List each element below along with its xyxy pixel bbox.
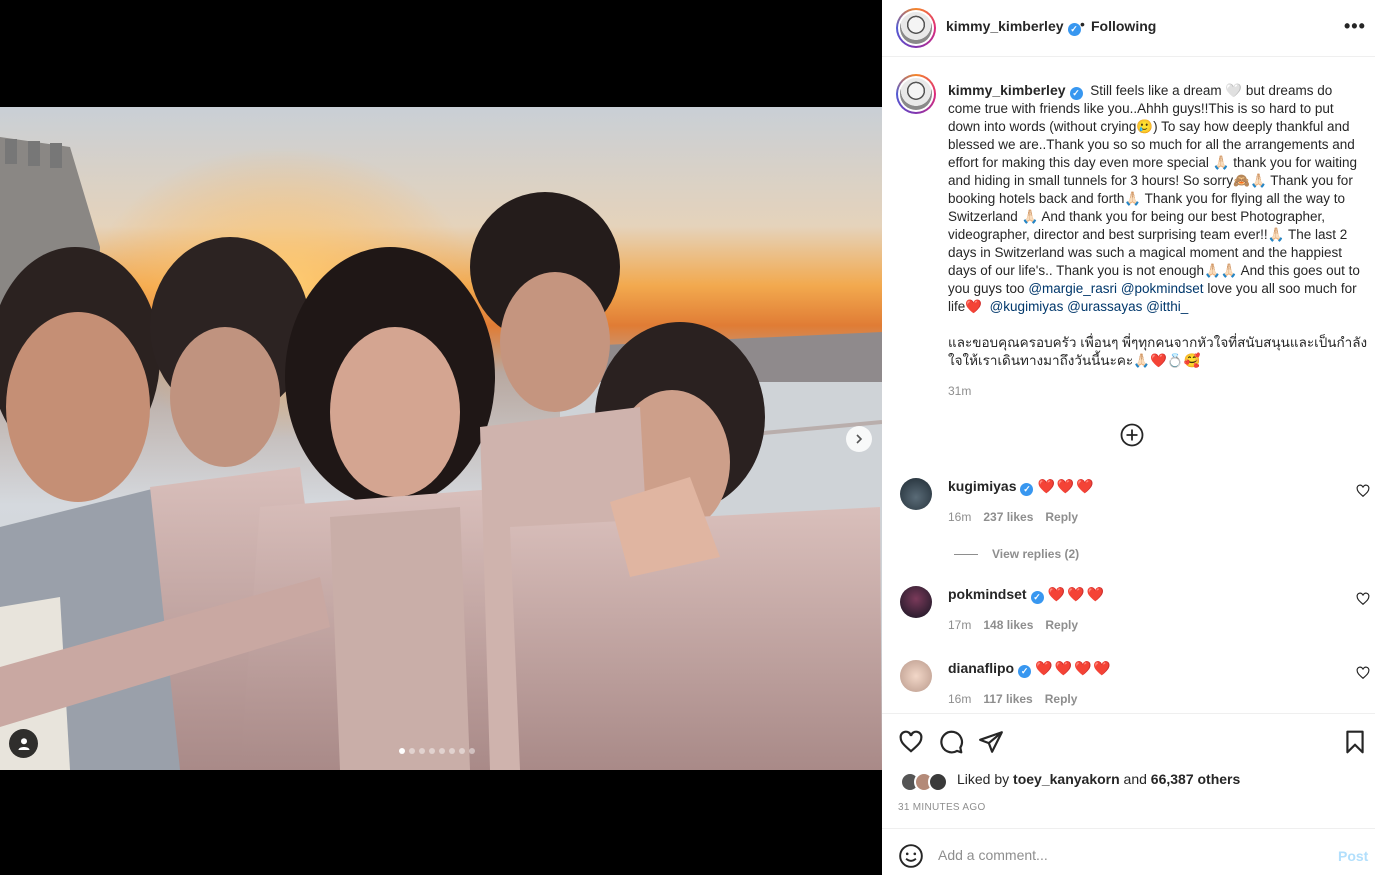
- post-side-panel: kimmy_kimberley ✓ • Following ••• kimmy_k…: [882, 0, 1375, 875]
- verified-badge-icon: ✓: [1067, 23, 1081, 36]
- chevron-right-icon: [856, 434, 863, 444]
- commenter-avatar[interactable]: [900, 660, 932, 692]
- verified-badge-icon: ✓: [1018, 665, 1032, 678]
- commenter-avatar[interactable]: [900, 586, 932, 618]
- carousel-dot: [409, 748, 415, 754]
- commenter-username[interactable]: dianaflipo ✓: [948, 660, 1032, 678]
- like-comment-heart-icon[interactable]: [1356, 592, 1370, 606]
- save-bookmark-icon[interactable]: [1342, 729, 1368, 755]
- next-slide-button[interactable]: [846, 426, 872, 452]
- comment-item: pokmindset ✓ ❤️❤️❤️ 17m 148 likes Reply: [900, 586, 1370, 632]
- carousel-dot: [449, 748, 455, 754]
- mention-link[interactable]: @kugimiyas: [990, 299, 1064, 314]
- post-header: kimmy_kimberley ✓ • Following •••: [882, 0, 1375, 57]
- more-options-icon[interactable]: •••: [1344, 16, 1366, 37]
- like-comment-heart-icon[interactable]: [1356, 666, 1370, 680]
- mention-link[interactable]: @urassayas: [1067, 299, 1142, 314]
- caption-thai-text: และขอบคุณครอบครัว เพื่อนๆ พี่ๆทุกคนจากหั…: [948, 335, 1368, 368]
- verified-badge-icon: ✓: [1030, 591, 1044, 604]
- following-button[interactable]: Following: [1091, 18, 1156, 34]
- tagged-users-button[interactable]: [9, 729, 38, 758]
- carousel-dot: [419, 748, 425, 754]
- comment-likes[interactable]: 117 likes: [983, 692, 1032, 706]
- verified-badge-icon: ✓: [1069, 87, 1083, 100]
- comment-time[interactable]: 17m: [948, 618, 971, 632]
- commenter-username[interactable]: kugimiyas ✓: [948, 478, 1034, 496]
- liked-by-avatars[interactable]: [900, 772, 952, 792]
- mention-link[interactable]: @margie_rasri: [1028, 281, 1117, 296]
- separator-dot: •: [1080, 16, 1085, 32]
- carousel-dot: [469, 748, 475, 754]
- caption-avatar[interactable]: [896, 74, 936, 114]
- user-icon: [18, 737, 29, 750]
- comment-text: ❤️❤️❤️: [1047, 586, 1106, 602]
- commenter-username[interactable]: pokmindset ✓: [948, 586, 1044, 604]
- load-more-comments-icon[interactable]: [1120, 423, 1144, 447]
- share-send-icon[interactable]: [978, 729, 1004, 755]
- reply-button[interactable]: Reply: [1045, 510, 1078, 524]
- post-media: [0, 0, 882, 875]
- carousel-dot: [399, 748, 405, 754]
- reply-button[interactable]: Reply: [1045, 692, 1078, 706]
- author-avatar[interactable]: [896, 8, 936, 48]
- post-caption: kimmy_kimberley ✓ Still feels like a drea…: [948, 81, 1368, 370]
- post-comment-button[interactable]: Post: [1338, 848, 1368, 864]
- add-comment-bar: Post: [882, 828, 1375, 875]
- verified-badge-icon: ✓: [1020, 483, 1034, 496]
- commenter-avatar[interactable]: [900, 478, 932, 510]
- comment-input[interactable]: [938, 841, 1318, 869]
- carousel-dot: [429, 748, 435, 754]
- post-timestamp[interactable]: 31 MINUTES AGO: [898, 802, 986, 813]
- caption-time[interactable]: 31m: [948, 384, 971, 398]
- comment-text: ❤️❤️❤️❤️: [1035, 660, 1113, 676]
- liked-by-user-link[interactable]: toey_kanyakorn: [1013, 771, 1120, 787]
- comment-time[interactable]: 16m: [948, 692, 971, 706]
- comment-bubble-icon[interactable]: [938, 729, 964, 755]
- carousel-dot: [439, 748, 445, 754]
- comment-time[interactable]: 16m: [948, 510, 971, 524]
- mention-link[interactable]: @pokmindset: [1121, 281, 1204, 296]
- like-heart-icon[interactable]: [898, 729, 924, 755]
- liked-by-text: Liked by toey_kanyakorn and 66,387 other…: [957, 771, 1241, 787]
- like-comment-heart-icon[interactable]: [1356, 484, 1370, 498]
- carousel-indicator: [399, 748, 475, 754]
- likes-count-link[interactable]: 66,387 others: [1151, 771, 1241, 787]
- author-username[interactable]: kimmy_kimberley ✓: [946, 18, 1081, 36]
- view-replies-button[interactable]: View replies (2): [954, 547, 1079, 561]
- post-photo[interactable]: [0, 107, 882, 770]
- emoji-smiley-icon[interactable]: [898, 843, 924, 869]
- post-actions: Liked by toey_kanyakorn and 66,387 other…: [882, 713, 1375, 828]
- comment-likes[interactable]: 237 likes: [983, 510, 1033, 524]
- carousel-dot: [459, 748, 465, 754]
- comment-text: ❤️❤️❤️: [1037, 478, 1096, 494]
- reply-button[interactable]: Reply: [1045, 618, 1078, 632]
- caption-username[interactable]: kimmy_kimberley ✓: [948, 82, 1083, 100]
- mention-link[interactable]: @itthi_: [1146, 299, 1188, 314]
- caption-text: Still feels like a dream 🤍 but dreams do…: [948, 83, 1364, 296]
- comment-item: dianaflipo ✓ ❤️❤️❤️❤️ 16m 117 likes Reply: [900, 660, 1370, 706]
- group-selfie-image: [0, 107, 882, 770]
- comment-likes[interactable]: 148 likes: [983, 618, 1033, 632]
- comment-item: kugimiyas ✓ ❤️❤️❤️ 16m 237 likes Reply: [900, 478, 1370, 524]
